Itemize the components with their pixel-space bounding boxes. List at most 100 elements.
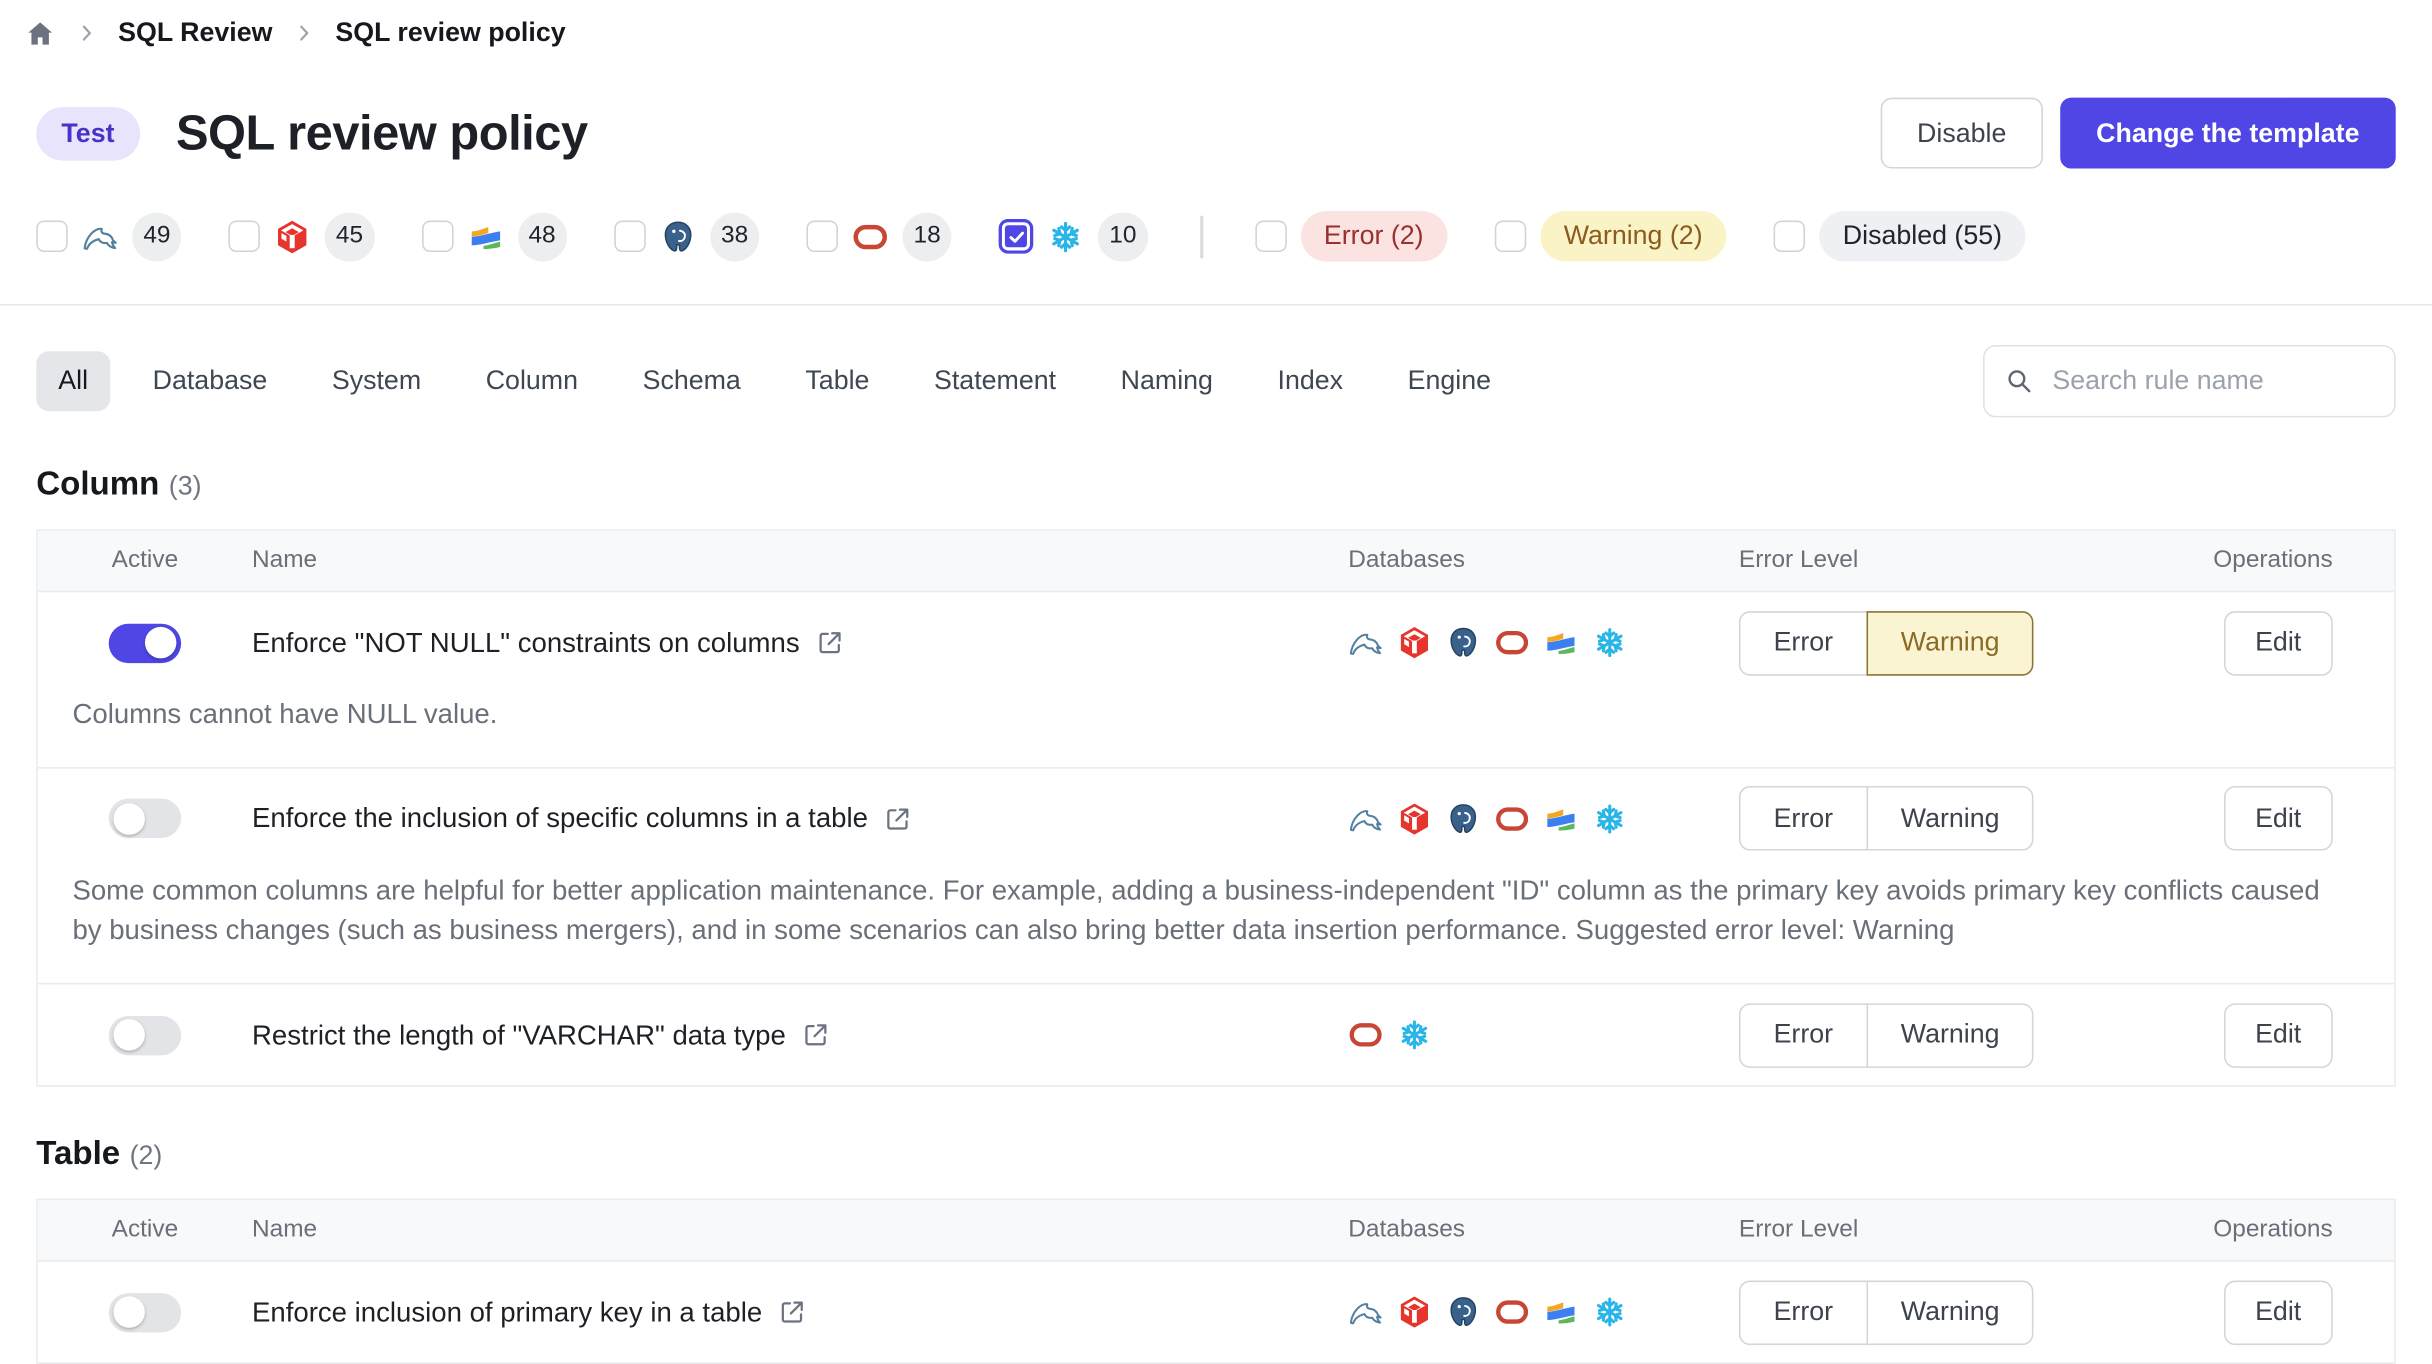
oceanbase-icon — [467, 218, 503, 254]
external-link-icon[interactable] — [815, 628, 843, 656]
mysql-icon — [1348, 625, 1383, 660]
search-input[interactable] — [2049, 364, 2373, 399]
snowflake-count-badge: 10 — [1098, 212, 1147, 261]
oceanbase-icon — [1544, 1295, 1579, 1330]
postgres-icon — [1446, 625, 1481, 660]
edit-button[interactable]: Edit — [2224, 1003, 2333, 1068]
error-option-button[interactable]: Error — [1739, 786, 1868, 851]
active-toggle[interactable] — [109, 623, 181, 662]
warning-level-checkbox[interactable] — [1494, 221, 1526, 253]
filter-postgres: 38 — [614, 212, 759, 261]
tab-naming[interactable]: Naming — [1099, 351, 1235, 411]
tab-index[interactable]: Index — [1255, 351, 1365, 411]
column-header-active: Active — [38, 547, 252, 575]
snowflake-icon — [1592, 1295, 1627, 1330]
rule-databases — [1348, 625, 1739, 660]
mysql-icon — [1348, 1295, 1383, 1330]
snowflake-checkbox[interactable] — [999, 219, 1034, 254]
error-level-segment: Error Warning — [1739, 1280, 2101, 1345]
home-icon[interactable] — [25, 18, 55, 48]
tab-all[interactable]: All — [36, 351, 110, 411]
column-header-databases: Databases — [1348, 1216, 1739, 1244]
error-option-button[interactable]: Error — [1739, 1003, 1868, 1068]
chevron-right-icon — [76, 22, 98, 44]
error-option-button[interactable]: Error — [1739, 1280, 1868, 1345]
change-template-button[interactable]: Change the template — [2060, 98, 2396, 169]
column-header-name: Name — [252, 547, 1348, 575]
edit-button[interactable]: Edit — [2224, 786, 2333, 851]
section-table: Table(2) Active Name Databases Error Lev… — [0, 1136, 2432, 1364]
snowflake-icon — [1592, 801, 1627, 836]
oracle-icon — [1495, 625, 1530, 660]
tidb-checkbox[interactable] — [229, 221, 261, 253]
table-row: Enforce "NOT NULL" constraints on column… — [38, 592, 2394, 766]
filter-divider — [1199, 215, 1202, 258]
warning-option-button[interactable]: Warning — [1866, 786, 2034, 851]
section-count: (2) — [130, 1141, 163, 1171]
toggle-knob — [113, 1019, 145, 1051]
warning-option-button[interactable]: Warning — [1866, 610, 2034, 675]
warning-option-button[interactable]: Warning — [1866, 1280, 2034, 1345]
filter-snowflake: 10 — [999, 212, 1147, 261]
table-row: Restrict the length of "VARCHAR" data ty… — [38, 983, 2394, 1085]
tab-column[interactable]: Column — [464, 351, 600, 411]
breadcrumb-sql-review-policy[interactable]: SQL review policy — [335, 17, 565, 49]
active-toggle[interactable] — [109, 1293, 181, 1332]
oracle-checkbox[interactable] — [806, 221, 838, 253]
error-option-button[interactable]: Error — [1739, 610, 1868, 675]
mysql-icon — [82, 218, 118, 254]
tab-engine[interactable]: Engine — [1386, 351, 1513, 411]
snowflake-icon — [1048, 218, 1084, 254]
error-level-segment: Error Warning — [1739, 610, 2101, 675]
disable-button[interactable]: Disable — [1881, 98, 2043, 169]
postgres-icon — [660, 218, 696, 254]
external-link-icon[interactable] — [802, 1021, 830, 1049]
column-header-databases: Databases — [1348, 547, 1739, 575]
external-link-icon[interactable] — [778, 1298, 806, 1326]
error-level-checkbox[interactable] — [1255, 221, 1287, 253]
search-box — [1983, 345, 2396, 417]
active-toggle[interactable] — [109, 1015, 181, 1054]
active-toggle[interactable] — [109, 799, 181, 838]
oceanbase-icon — [1544, 625, 1579, 660]
oracle-count-badge: 18 — [903, 212, 952, 261]
section-count: (3) — [169, 471, 202, 501]
toggle-knob — [113, 803, 145, 835]
error-level-segment: Error Warning — [1739, 786, 2101, 851]
breadcrumb: SQL Review SQL review policy — [0, 0, 2432, 49]
snowflake-icon — [1592, 625, 1627, 660]
environment-badge[interactable]: Test — [36, 106, 139, 160]
page-title: SQL review policy — [176, 105, 588, 162]
mysql-icon — [1348, 801, 1383, 836]
tidb-icon — [1397, 1295, 1432, 1330]
external-link-icon[interactable] — [884, 804, 912, 832]
mysql-checkbox[interactable] — [36, 221, 68, 253]
breadcrumb-sql-review[interactable]: SQL Review — [118, 17, 272, 49]
section-title: Column(3) — [36, 466, 2395, 504]
tab-database[interactable]: Database — [131, 351, 290, 411]
tab-table[interactable]: Table — [783, 351, 891, 411]
warning-option-button[interactable]: Warning — [1866, 1003, 2034, 1068]
filter-oceanbase: 48 — [421, 212, 566, 261]
search-icon — [2005, 367, 2033, 395]
error-count-pill[interactable]: Error (2) — [1300, 211, 1447, 261]
postgres-checkbox[interactable] — [614, 221, 646, 253]
tab-system[interactable]: System — [310, 351, 443, 411]
tab-statement[interactable]: Statement — [912, 351, 1078, 411]
disabled-level-checkbox[interactable] — [1773, 221, 1805, 253]
header-actions: Disable Change the template — [1881, 98, 2396, 169]
chevron-right-icon — [293, 22, 315, 44]
edit-button[interactable]: Edit — [2224, 610, 2333, 675]
tidb-icon — [1397, 801, 1432, 836]
edit-button[interactable]: Edit — [2224, 1280, 2333, 1345]
oceanbase-checkbox[interactable] — [421, 221, 453, 253]
oceanbase-icon — [1544, 801, 1579, 836]
disabled-count-pill[interactable]: Disabled (55) — [1819, 211, 2026, 261]
rule-name: Enforce inclusion of primary key in a ta… — [252, 1296, 1348, 1329]
column-header-error-level: Error Level — [1739, 1216, 2101, 1244]
filter-disabled-level: Disabled (55) — [1773, 211, 2025, 261]
tab-schema[interactable]: Schema — [621, 351, 763, 411]
warning-count-pill[interactable]: Warning (2) — [1540, 211, 1726, 261]
toggle-knob — [113, 1297, 145, 1329]
section-title: Table(2) — [36, 1136, 2395, 1174]
